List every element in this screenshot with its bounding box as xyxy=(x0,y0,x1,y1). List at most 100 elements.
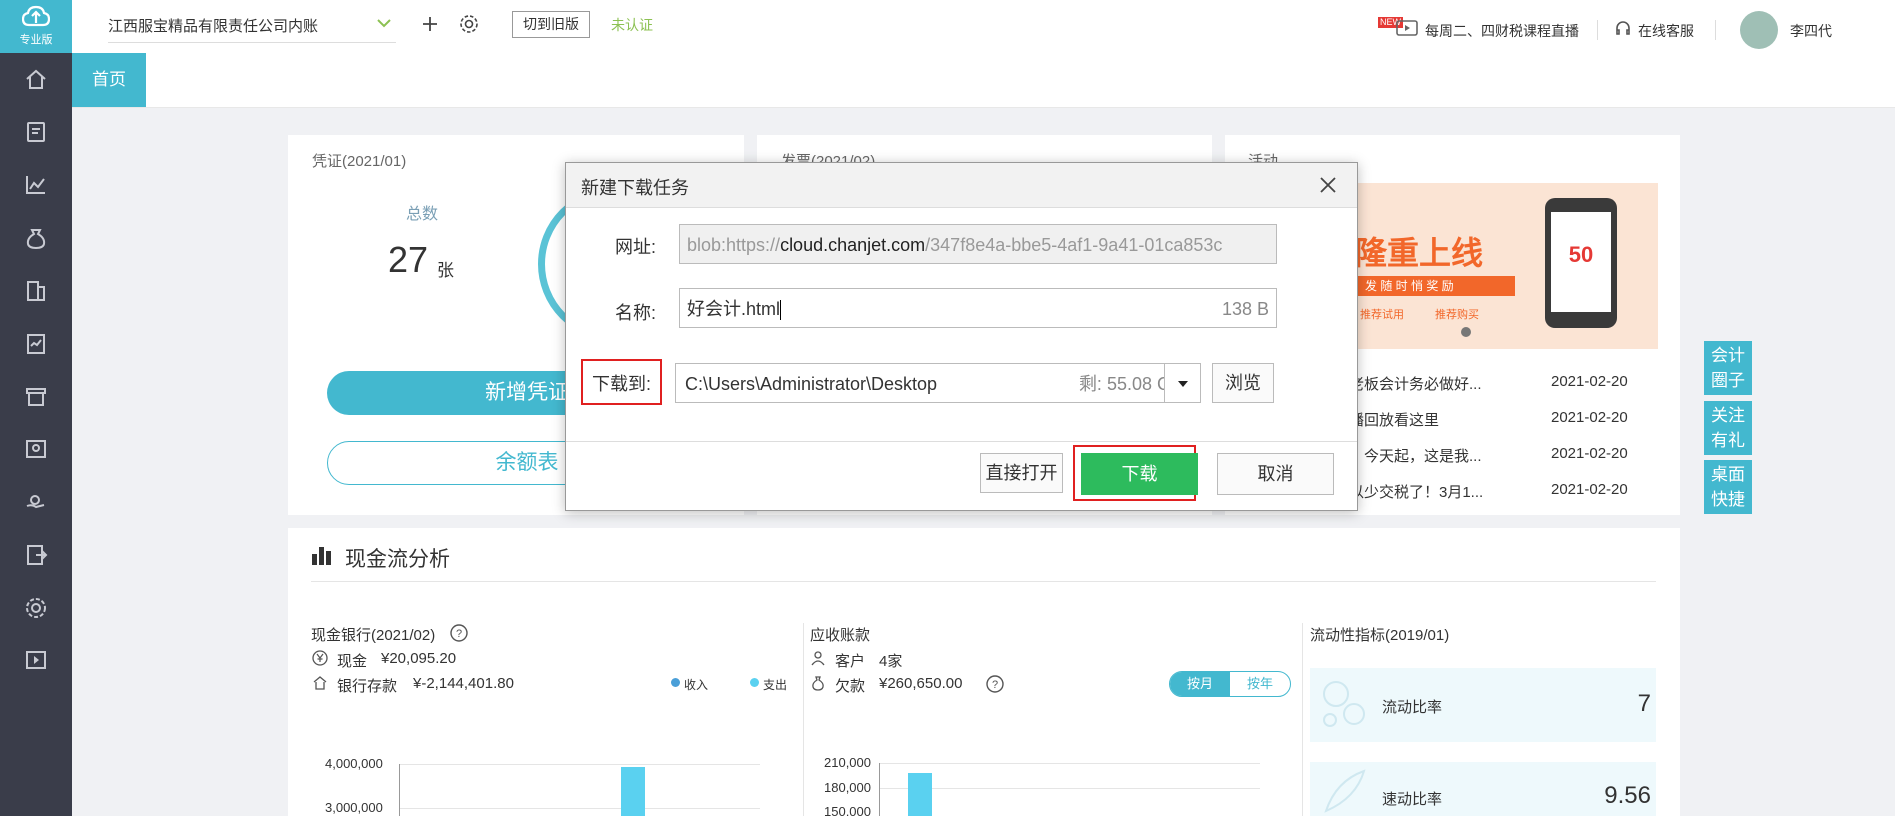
save-path-value: C:\Users\Administrator\Desktop xyxy=(685,374,938,394)
bank-axis-tick: 4,000,000 xyxy=(325,756,383,771)
desktop-shortcut-button[interactable]: 桌面快捷 xyxy=(1704,460,1752,514)
news-item[interactable]: 】直播回放看这里 2021-02-20 xyxy=(1319,409,1659,445)
live-course-link[interactable]: 每周二、四财税课程直播 xyxy=(1425,21,1579,41)
unverified-link[interactable]: 未认证 xyxy=(611,15,653,35)
quick-ratio-label: 速动比率 xyxy=(1382,791,1443,808)
money-bag-icon xyxy=(812,676,824,691)
file-name-value: 好会计.html xyxy=(687,299,781,319)
chart-icon[interactable] xyxy=(22,171,50,199)
news-item[interactable]: 意！老板会计务必做好... 2021-02-20 xyxy=(1319,373,1659,409)
voucher-icon[interactable] xyxy=(22,118,50,146)
user-name[interactable]: 李四代 xyxy=(1790,21,1832,41)
current-ratio-label: 流动比率 xyxy=(1382,699,1443,716)
divider xyxy=(311,581,1656,582)
cash-value: ¥20,095.20 xyxy=(381,650,457,667)
toggle-year[interactable]: 按年 xyxy=(1230,672,1290,696)
settings-icon[interactable] xyxy=(22,594,50,622)
url-rest: /347f8e4a-bbe5-4af1-9a41-01ca853c xyxy=(925,235,1223,255)
tv-icon xyxy=(1396,20,1418,36)
cashflow-title: 现金流分析 xyxy=(345,548,450,571)
text-cursor xyxy=(780,300,782,321)
accounting-circle-button[interactable]: 会计圈子 xyxy=(1704,341,1752,395)
report-icon[interactable] xyxy=(22,330,50,358)
news-item[interactable]: 又可以少交税了！3月1... 2021-02-20 xyxy=(1319,481,1659,517)
dialog-title: 新建下载任务 xyxy=(581,178,689,198)
store-icon[interactable] xyxy=(22,382,50,410)
gridline xyxy=(400,764,760,765)
payroll-icon[interactable] xyxy=(22,435,50,463)
export-icon[interactable] xyxy=(22,541,50,569)
liquidity-title: 流动性指标(2019/01) xyxy=(1310,627,1450,644)
deposit-value: ¥-2,144,401.80 xyxy=(413,675,514,692)
add-icon[interactable] xyxy=(420,14,440,34)
banner-sub: 发 随 时 悄 奖 励 xyxy=(1355,276,1515,296)
file-size: 138 B xyxy=(1221,299,1269,319)
customers-label: 客户 xyxy=(835,653,866,670)
divider xyxy=(803,623,804,816)
home-icon[interactable] xyxy=(22,66,50,94)
legend-income-dot xyxy=(671,678,680,687)
url-prefix: blob:https:// xyxy=(687,235,781,255)
side-float-label: 桌面快捷 xyxy=(1711,465,1745,509)
yen-icon xyxy=(312,650,328,666)
news-item[interactable]: 变了！今天起，这是我... 2021-02-20 xyxy=(1319,445,1659,481)
current-ratio-tile: 流动比率 7 xyxy=(1310,668,1656,742)
money-bag-icon[interactable] xyxy=(22,224,50,252)
phone-value: 50 xyxy=(1551,212,1611,312)
news-date: 2021-02-20 xyxy=(1551,481,1628,498)
open-directly-button[interactable]: 直接打开 xyxy=(980,453,1063,493)
total-unit: 张 xyxy=(437,261,454,280)
company-name: 江西服宝精品有限责任公司内账 xyxy=(108,18,319,35)
cancel-button[interactable]: 取消 xyxy=(1217,453,1334,495)
online-service-link[interactable]: 在线客服 xyxy=(1638,21,1694,41)
divider xyxy=(566,441,1357,442)
legend-expense: 支出 xyxy=(763,678,788,692)
recv-axis-tick: 180,000 xyxy=(824,780,871,795)
rocket-icon xyxy=(1324,769,1366,813)
carousel-dot[interactable] xyxy=(1461,327,1471,337)
bar-receivable xyxy=(908,773,932,816)
news-date: 2021-02-20 xyxy=(1551,445,1628,462)
company-selector[interactable]: 江西服宝精品有限责任公司内账 xyxy=(108,15,396,43)
voucher-card-title: 凭证(2021/01) xyxy=(312,153,407,170)
gridline xyxy=(400,808,760,809)
recv-axis-tick: 210,000 xyxy=(824,755,871,770)
quick-ratio-value: 9.56 xyxy=(1604,782,1651,809)
save-to-highlight: 下载到: xyxy=(581,359,662,405)
sidebar: 专业版 xyxy=(0,0,72,816)
url-field[interactable]: blob:https://cloud.chanjet.com/347f8e4a-… xyxy=(679,224,1277,264)
follow-gift-button[interactable]: 关注有礼 xyxy=(1704,401,1752,455)
news-date: 2021-02-20 xyxy=(1551,373,1628,390)
hand-coin-icon[interactable] xyxy=(22,488,50,516)
help-icon[interactable]: ? xyxy=(450,624,468,642)
tab-home[interactable]: 首页 xyxy=(72,53,146,107)
download-button[interactable]: 下载 xyxy=(1081,453,1198,495)
file-name-input[interactable]: 好会计.html 138 B xyxy=(679,288,1277,328)
help-icon[interactable]: ? xyxy=(986,675,1004,693)
download-dialog: 新建下载任务 网址: blob:https://cloud.chanjet.co… xyxy=(565,162,1358,511)
close-icon[interactable] xyxy=(1318,175,1338,195)
browse-button[interactable]: 浏览 xyxy=(1212,363,1274,403)
gear-icon[interactable] xyxy=(458,13,480,35)
dialog-title-bar: 新建下载任务 xyxy=(566,163,1357,208)
avatar[interactable] xyxy=(1740,11,1778,49)
video-icon[interactable] xyxy=(22,646,50,674)
owed-value: ¥260,650.00 xyxy=(879,675,963,692)
cash-label: 现金 xyxy=(337,653,368,670)
toggle-month[interactable]: 按月 xyxy=(1170,672,1230,696)
headset-icon xyxy=(1616,21,1630,35)
divider xyxy=(1302,623,1303,816)
save-path-input[interactable]: C:\Users\Administrator\Desktop 剩: 55.08 … xyxy=(675,363,1198,403)
news-list: 意！老板会计务必做好... 2021-02-20 】直播回放看这里 2021-0… xyxy=(1319,373,1659,517)
ledger-icon[interactable] xyxy=(22,277,50,305)
legend-income: 收入 xyxy=(684,678,709,692)
path-dropdown-button[interactable] xyxy=(1164,363,1201,403)
caret-down-icon xyxy=(1178,381,1188,387)
banner-btn1: 推荐试用 xyxy=(1360,309,1404,321)
chevron-down-icon xyxy=(377,19,391,28)
product-logo[interactable]: 专业版 xyxy=(0,0,72,53)
activity-banner[interactable]: 隆重上线 发 随 时 悄 奖 励 推荐试用 推荐购买 50 xyxy=(1355,183,1658,349)
cashflow-card: 现金流分析 现金银行(2021/02) ? 现金 ¥20,095.20 银行存款… xyxy=(288,528,1680,816)
switch-old-version-button[interactable]: 切到旧版 xyxy=(512,11,590,38)
legend-expense-dot xyxy=(750,678,759,687)
